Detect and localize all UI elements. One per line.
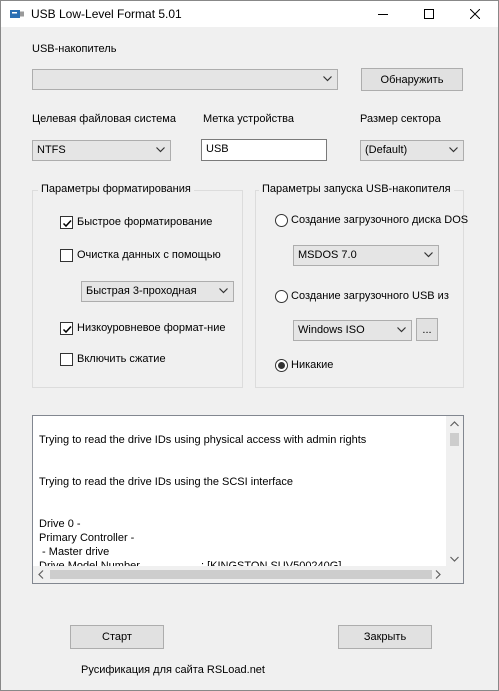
none-label: Никакие <box>291 359 334 371</box>
window-title: USB Low-Level Format 5.01 <box>31 7 182 21</box>
scroll-left-icon[interactable] <box>38 570 44 579</box>
scroll-down-icon[interactable] <box>450 556 459 562</box>
wipe-method-dropdown[interactable]: Быстрая 3-проходная <box>81 281 234 302</box>
log-line: - Master drive <box>39 546 110 558</box>
checkmark-icon <box>62 325 72 334</box>
chevron-down-icon <box>219 288 228 294</box>
low-level-format-checkbox[interactable] <box>60 322 73 335</box>
compression-checkbox[interactable] <box>60 353 73 366</box>
vertical-scrollbar[interactable] <box>446 416 463 567</box>
close-window-button[interactable] <box>452 1 498 27</box>
log-line: Primary Controller - <box>39 532 135 544</box>
detect-button[interactable]: Обнаружить <box>361 68 463 91</box>
chevron-down-icon <box>424 252 433 258</box>
browse-button[interactable]: ... <box>416 318 438 341</box>
dos-version-value: MSDOS 7.0 <box>298 249 357 261</box>
close-icon <box>470 9 480 19</box>
minimize-button[interactable] <box>360 1 406 27</box>
sector-size-label: Размер сектора <box>360 113 441 125</box>
wipe-label: Очистка данных с помощью <box>77 249 221 261</box>
horizontal-scroll-thumb[interactable] <box>50 570 432 579</box>
wipe-checkbox[interactable] <box>60 249 73 262</box>
close-button[interactable]: Закрыть <box>338 625 432 649</box>
log-line: Drive 0 - <box>39 518 81 530</box>
maximize-icon <box>424 9 434 19</box>
filesystem-label: Целевая файловая система <box>32 113 176 125</box>
log-line: Trying to read the drive IDs using the S… <box>39 476 293 488</box>
scroll-right-icon[interactable] <box>435 570 441 579</box>
chevron-down-icon <box>323 76 332 82</box>
quick-format-label: Быстрое форматирование <box>77 216 213 228</box>
low-level-format-label: Низкоуровневое формат-ние <box>77 322 226 334</box>
filesystem-value: NTFS <box>37 144 66 156</box>
boot-source-value: Windows ISO <box>298 324 365 336</box>
dos-version-dropdown[interactable]: MSDOS 7.0 <box>293 245 439 266</box>
device-dropdown[interactable] <box>32 69 338 90</box>
minimize-icon <box>378 14 388 15</box>
device-label: USB-накопитель <box>32 43 117 55</box>
start-button[interactable]: Старт <box>70 625 164 649</box>
dos-boot-radio[interactable] <box>275 214 288 227</box>
wipe-method-value: Быстрая 3-проходная <box>86 285 197 297</box>
volume-label-input[interactable]: USB <box>201 139 327 161</box>
sector-size-value: (Default) <box>365 144 408 156</box>
horizontal-scrollbar[interactable] <box>33 566 446 583</box>
compression-label: Включить сжатие <box>77 353 166 365</box>
volume-label-label: Метка устройства <box>203 113 294 125</box>
vertical-scroll-thumb[interactable] <box>450 433 459 446</box>
app-window: USB Low-Level Format 5.01 USB-накопитель… <box>0 0 499 691</box>
maximize-button[interactable] <box>406 1 452 27</box>
chevron-down-icon <box>449 147 458 153</box>
sector-size-dropdown[interactable]: (Default) <box>360 140 464 161</box>
scroll-up-icon[interactable] <box>450 421 459 427</box>
log-line: Trying to read the drive IDs using physi… <box>39 434 367 446</box>
checkmark-icon <box>62 219 72 228</box>
volume-label-value: USB <box>206 143 229 155</box>
usb-drive-icon <box>10 10 24 18</box>
dos-boot-label: Создание загрузочного диска DOS <box>291 214 469 226</box>
usb-from-label: Создание загрузочного USB из <box>291 290 449 302</box>
quick-format-checkbox[interactable] <box>60 216 73 229</box>
none-radio[interactable] <box>275 359 288 372</box>
filesystem-dropdown[interactable]: NTFS <box>32 140 171 161</box>
chevron-down-icon <box>156 147 165 153</box>
boot-options-title: Параметры запуска USB-накопителя <box>259 183 454 195</box>
boot-source-dropdown[interactable]: Windows ISO <box>293 320 412 341</box>
radio-selected-dot <box>278 362 285 369</box>
log-output[interactable]: Trying to read the drive IDs using physi… <box>32 415 464 584</box>
scrollbar-corner <box>446 566 463 583</box>
title-bar: USB Low-Level Format 5.01 <box>1 1 498 27</box>
chevron-down-icon <box>397 327 406 333</box>
footer-credit: Русификация для сайта RSLoad.net <box>81 664 265 676</box>
format-options-title: Параметры форматирования <box>38 183 194 195</box>
usb-from-radio[interactable] <box>275 290 288 303</box>
